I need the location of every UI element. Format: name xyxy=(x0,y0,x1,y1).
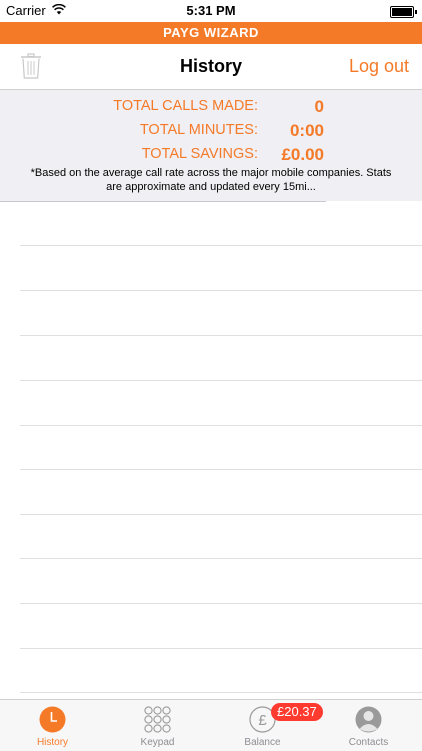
stat-label: TOTAL MINUTES: xyxy=(139,122,258,138)
tab-keypad[interactable]: Keypad xyxy=(105,700,210,751)
stat-label: TOTAL CALLS MADE: xyxy=(113,98,258,114)
status-bar: Carrier 5:31 PM xyxy=(0,0,422,22)
clock-icon xyxy=(39,706,66,733)
list-item[interactable] xyxy=(20,290,422,291)
list-item[interactable] xyxy=(20,558,422,559)
list-item[interactable] xyxy=(20,425,422,426)
list-divider xyxy=(0,201,326,202)
stat-label: TOTAL SAVINGS: xyxy=(141,146,258,162)
keypad-icon xyxy=(144,706,171,733)
tab-history[interactable]: History xyxy=(0,700,105,751)
stat-row-minutes: TOTAL MINUTES: 0:00 xyxy=(0,121,422,146)
list-item[interactable] xyxy=(20,514,422,515)
list-item[interactable] xyxy=(20,380,422,381)
list-item[interactable] xyxy=(20,335,422,336)
stat-value: 0 xyxy=(314,97,324,116)
tab-bar: History Keypad £ Balance Contacts £20.37 xyxy=(0,699,422,751)
tab-contacts[interactable]: Contacts xyxy=(316,700,421,751)
logout-button[interactable]: Log out xyxy=(349,56,409,77)
battery-icon xyxy=(390,6,417,18)
tab-label: Keypad xyxy=(140,737,175,748)
list-item[interactable] xyxy=(20,245,422,246)
list-item[interactable] xyxy=(20,648,422,649)
tab-label: History xyxy=(36,737,69,748)
stats-disclaimer: *Based on the average call rate across t… xyxy=(30,167,392,193)
stat-value: 0:00 xyxy=(289,121,324,140)
stat-row-calls: TOTAL CALLS MADE: 0 xyxy=(0,97,422,122)
trash-icon[interactable] xyxy=(20,53,42,79)
list-item[interactable] xyxy=(20,603,422,604)
navigation-bar: History Log out xyxy=(0,44,422,90)
history-list[interactable] xyxy=(0,201,422,699)
person-icon xyxy=(355,706,382,733)
tab-label: Contacts xyxy=(348,737,389,748)
tab-label: Balance xyxy=(244,737,281,748)
stat-value: £0.00 xyxy=(281,145,324,164)
stats-panel: TOTAL CALLS MADE: 0 TOTAL MINUTES: 0:00 … xyxy=(0,90,422,201)
list-item[interactable] xyxy=(20,469,422,470)
app-banner: PAYG WIZARD xyxy=(0,22,422,44)
svg-text:£: £ xyxy=(258,712,267,729)
list-item[interactable] xyxy=(20,692,422,693)
balance-badge[interactable]: £20.37 xyxy=(271,703,323,721)
clock-time: 5:31 PM xyxy=(186,3,236,18)
